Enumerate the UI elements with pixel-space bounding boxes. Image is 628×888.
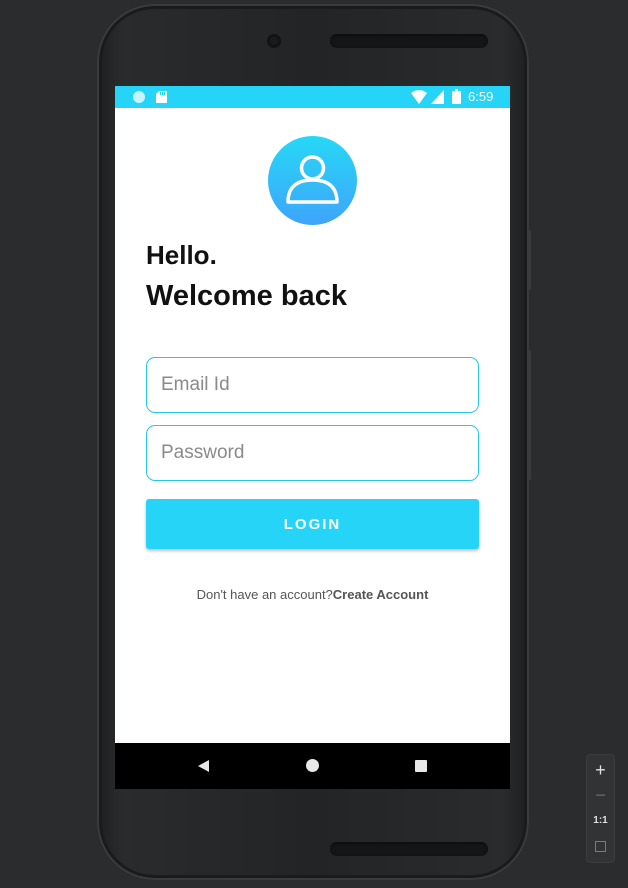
welcome-title: Welcome back [146,280,347,312]
status-bar: 6:59 [115,86,510,108]
notification-circle-icon [133,91,145,103]
battery-icon [452,89,461,104]
signal-icon [431,90,444,104]
navigation-bar [115,743,510,789]
bottom-speaker [330,842,488,856]
wifi-icon [411,90,427,104]
zoom-out-button[interactable]: − [587,783,614,807]
password-field[interactable] [146,425,479,481]
home-icon[interactable] [306,759,319,772]
recent-apps-icon[interactable] [415,760,427,772]
actual-size-button[interactable]: 1:1 [587,809,614,833]
power-button[interactable] [527,350,531,480]
fit-screen-button[interactable] [587,835,614,859]
zoom-controls: + − 1:1 [587,755,614,862]
user-icon [286,155,339,204]
create-account-link[interactable]: Create Account [333,587,429,602]
greeting-text: Hello. [146,240,217,270]
login-button[interactable]: LOGIN [146,499,479,549]
earpiece-speaker [330,34,488,48]
zoom-in-button[interactable]: + [587,758,614,782]
sd-card-icon [156,91,167,103]
fit-screen-icon [595,841,606,852]
front-camera [267,34,281,48]
avatar [268,136,357,225]
email-field[interactable] [146,357,479,413]
back-icon[interactable] [197,759,211,773]
signup-row: Don't have an account?Create Account [115,587,510,603]
signup-prompt: Don't have an account? [196,587,333,602]
emulator-stage: 6:59 Hello. Welcome back LOGIN Don't hav… [0,0,628,888]
volume-button[interactable] [527,230,531,290]
status-time: 6:59 [468,89,494,104]
phone-screen: 6:59 Hello. Welcome back LOGIN Don't hav… [115,86,510,789]
